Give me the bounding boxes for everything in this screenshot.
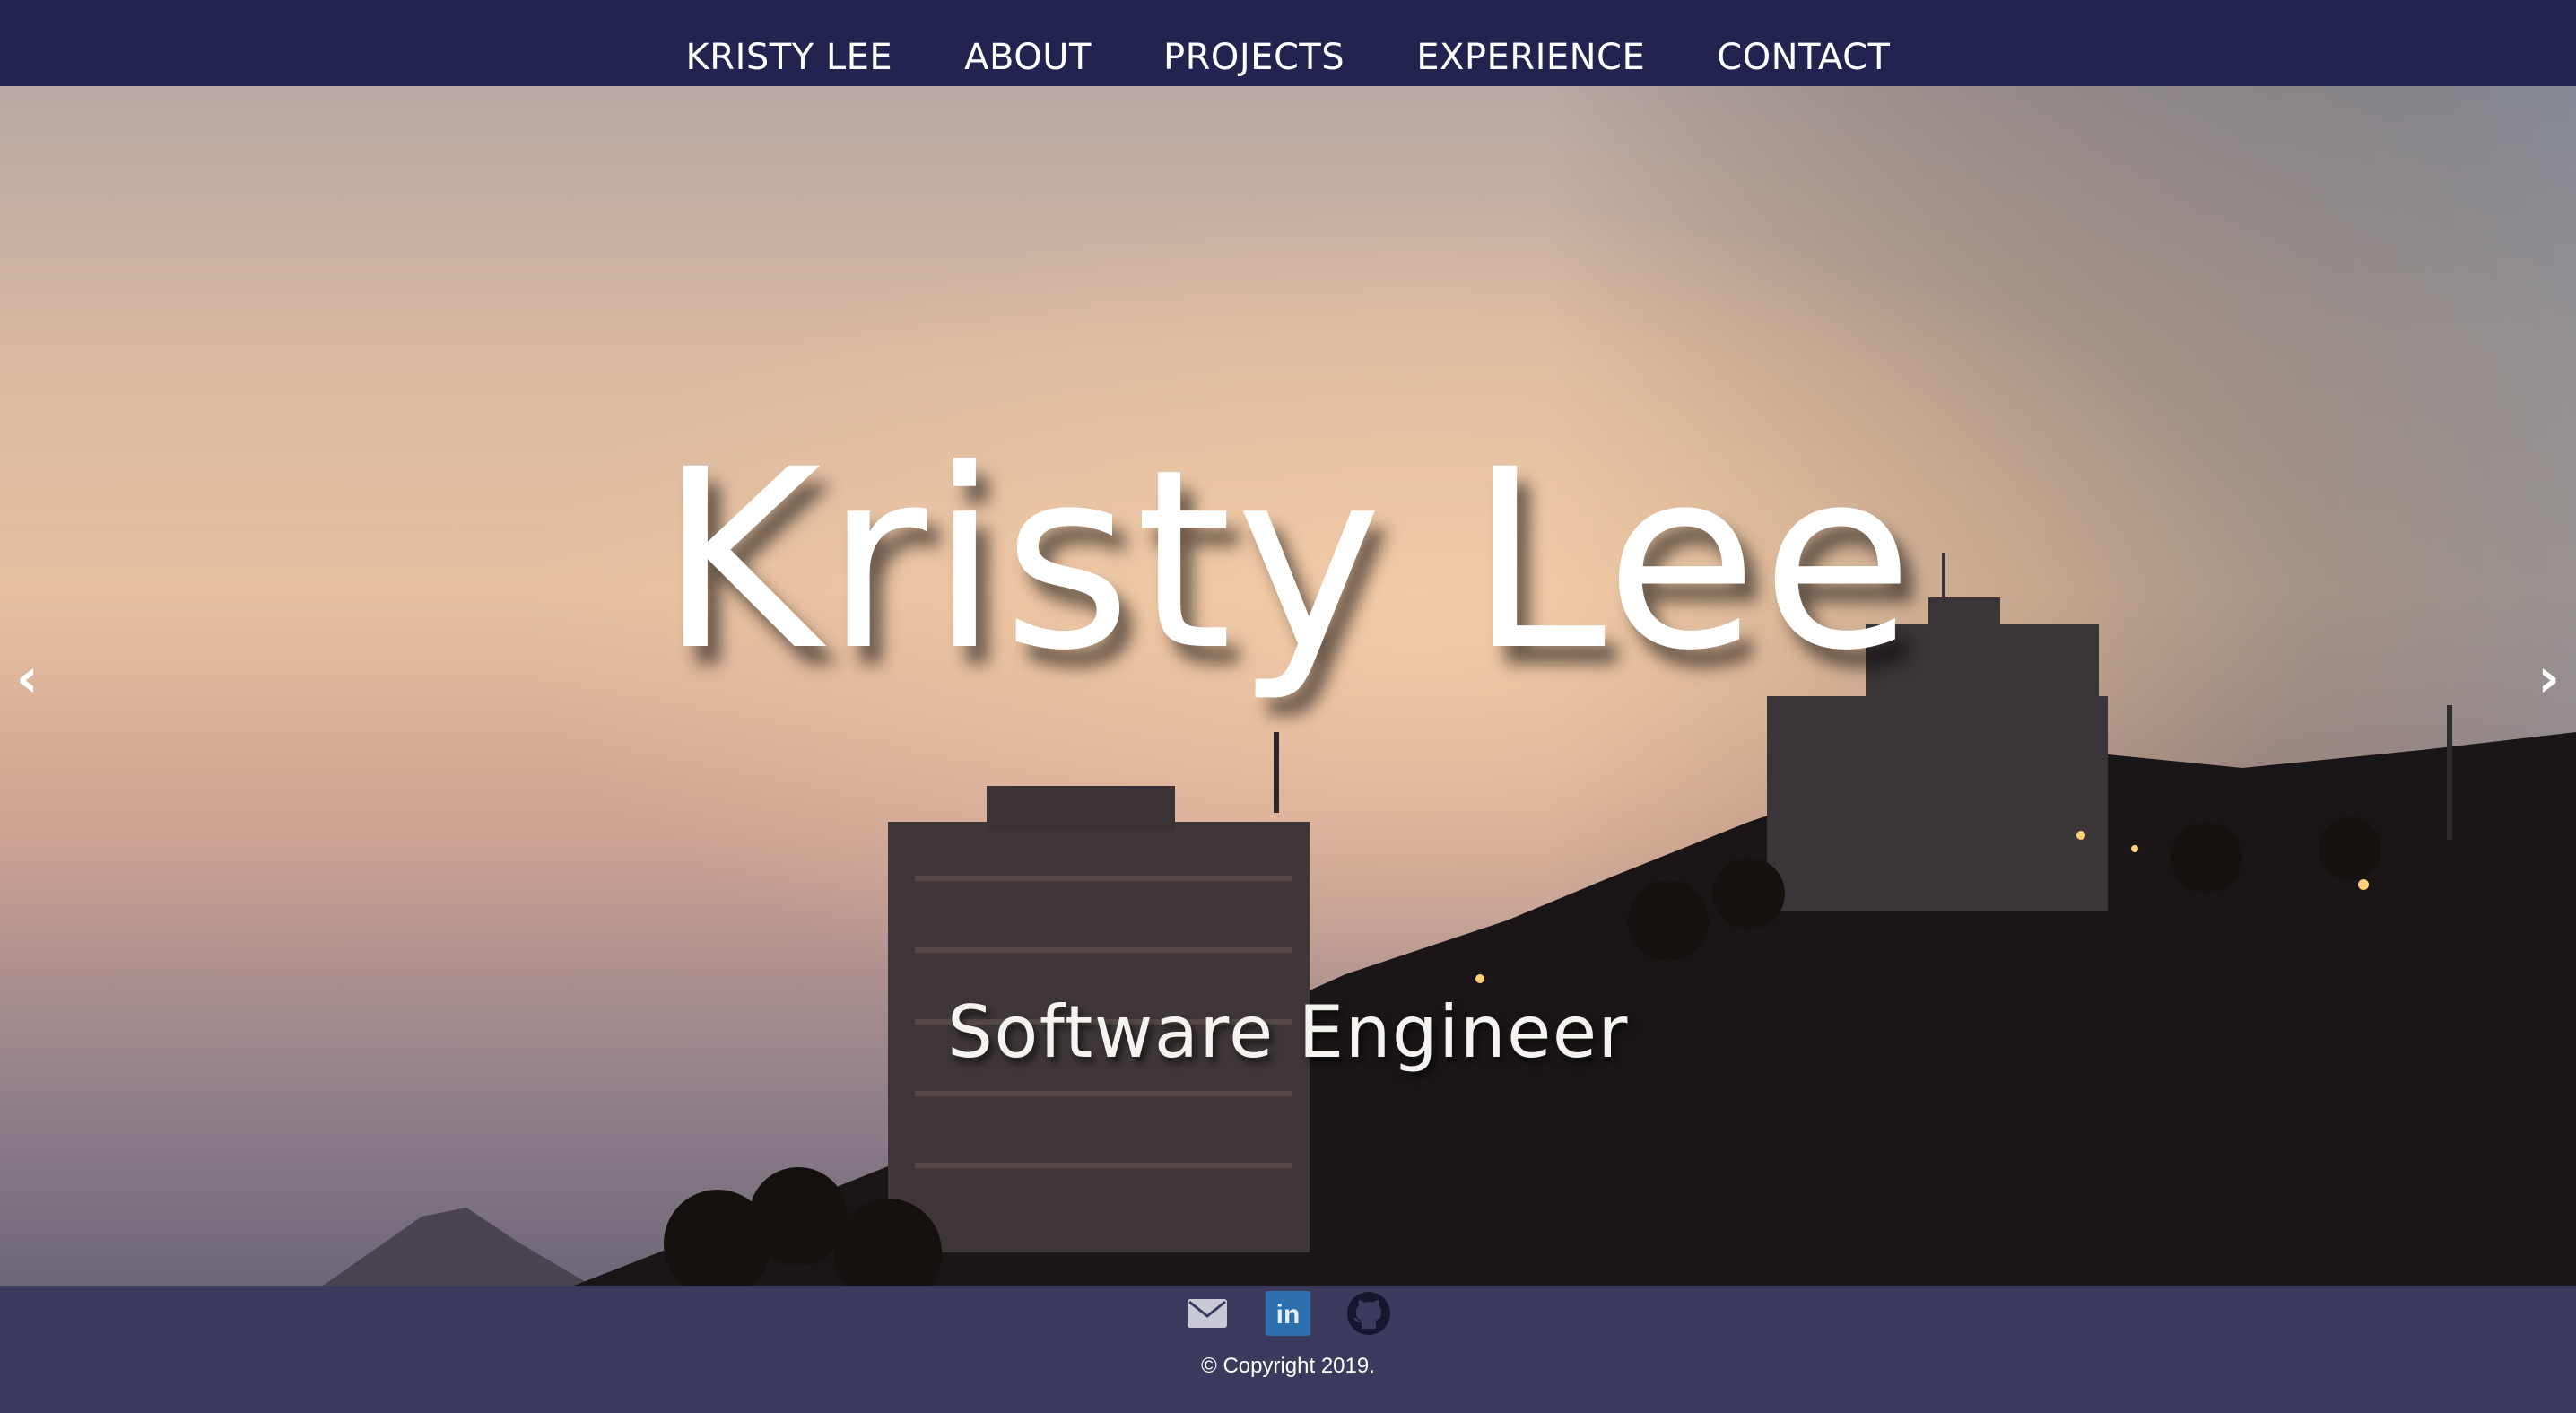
nav-item-experience[interactable]: EXPERIENCE (1416, 31, 1645, 84)
hero-subtitle: Software Engineer (947, 990, 1629, 1074)
mail-icon[interactable] (1185, 1291, 1230, 1336)
nav-item-projects[interactable]: PROJECTS (1163, 31, 1345, 84)
carousel-next-arrow[interactable]: › (2537, 642, 2560, 714)
nav-item-contact[interactable]: CONTACT (1717, 31, 1890, 84)
github-icon[interactable] (1346, 1291, 1391, 1336)
top-navigation: KRISTY LEE ABOUT PROJECTS EXPERIENCE CON… (0, 0, 2576, 86)
linkedin-glyph: in (1276, 1300, 1301, 1330)
copyright-text: © Copyright 2019. (1201, 1354, 1375, 1378)
carousel-prev-arrow[interactable]: ‹ (16, 642, 39, 714)
linkedin-icon[interactable]: in (1266, 1291, 1310, 1336)
social-links: in (0, 1291, 2576, 1336)
nav-item-about[interactable]: ABOUT (964, 31, 1092, 84)
footer: in © Copyright 2019. (0, 1286, 2576, 1413)
hero-carousel: Kristy Lee Software Engineer ‹ › (0, 86, 2576, 1286)
nav-item-home[interactable]: KRISTY LEE (686, 31, 893, 84)
hero-title: Kristy Lee (658, 417, 1918, 705)
nav-menu: KRISTY LEE ABOUT PROJECTS EXPERIENCE CON… (0, 31, 2576, 84)
